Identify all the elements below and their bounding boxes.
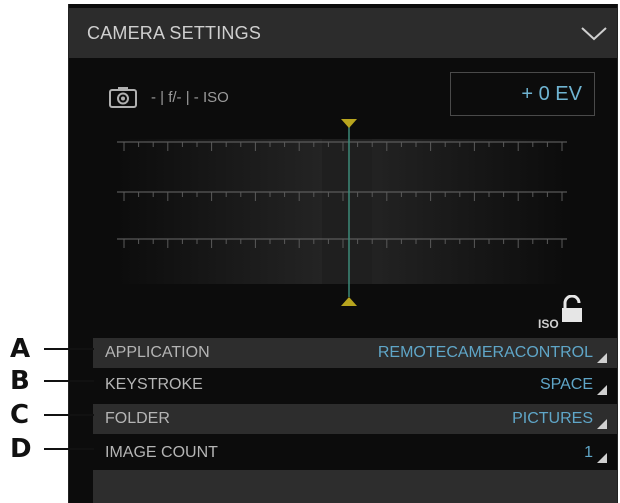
settings-row-application[interactable]: APPLICATION REMOTECAMERACONTROL [93, 338, 617, 368]
setting-value[interactable]: 1 [584, 444, 593, 462]
meter-bottom-marker [341, 297, 357, 306]
camera-icon [109, 87, 137, 108]
dropdown-triangle-icon[interactable] [597, 353, 607, 363]
panel-header[interactable]: CAMERA SETTINGS [69, 8, 617, 58]
settings-row-folder[interactable]: FOLDER PICTURES [93, 404, 617, 434]
annotation-pointer [44, 380, 94, 382]
setting-value[interactable]: PICTURES [512, 410, 593, 428]
exposure-readout: - | f/- | - ISO [109, 82, 229, 112]
setting-label: APPLICATION [105, 344, 210, 361]
dropdown-triangle-icon[interactable] [597, 419, 607, 429]
settings-row-keystroke[interactable]: KEYSTROKE SPACE [93, 370, 617, 400]
readout-text: - | f/- | - ISO [151, 88, 229, 106]
empty-settings-field [93, 470, 617, 503]
annotation-b: B [0, 366, 94, 396]
annotation-letter: D [10, 434, 32, 464]
setting-label: FOLDER [105, 410, 170, 427]
dropdown-triangle-icon[interactable] [597, 385, 607, 395]
annotation-pointer [44, 448, 94, 450]
chevron-down-icon[interactable] [579, 23, 609, 43]
exposure-meter [117, 119, 567, 306]
panel-title: CAMERA SETTINGS [87, 23, 262, 43]
annotation-a: A [0, 334, 94, 364]
annotation-pointer [44, 414, 94, 416]
camera-settings-panel: CAMERA SETTINGS - | f/- | - ISO + 0 EV I… [68, 4, 618, 503]
setting-label: IMAGE COUNT [105, 444, 218, 461]
meter-top-marker [341, 119, 357, 128]
lock-icon[interactable] [561, 295, 583, 323]
setting-value[interactable]: REMOTECAMERACONTROL [378, 344, 593, 362]
setting-value[interactable]: SPACE [540, 376, 593, 394]
annotation-letter: B [10, 366, 30, 396]
exposure-compensation[interactable]: + 0 EV [450, 72, 595, 116]
annotation-letter: C [10, 400, 30, 430]
meter-center-band [322, 139, 372, 284]
iso-label: ISO [538, 317, 559, 331]
annotation-pointer [44, 348, 94, 350]
annotation-d: D [0, 434, 94, 464]
dropdown-triangle-icon[interactable] [597, 453, 607, 463]
setting-label: KEYSTROKE [105, 376, 203, 393]
annotation-letter: A [10, 334, 31, 364]
settings-row-image-count[interactable]: IMAGE COUNT 1 [93, 438, 617, 468]
annotation-c: C [0, 400, 94, 430]
